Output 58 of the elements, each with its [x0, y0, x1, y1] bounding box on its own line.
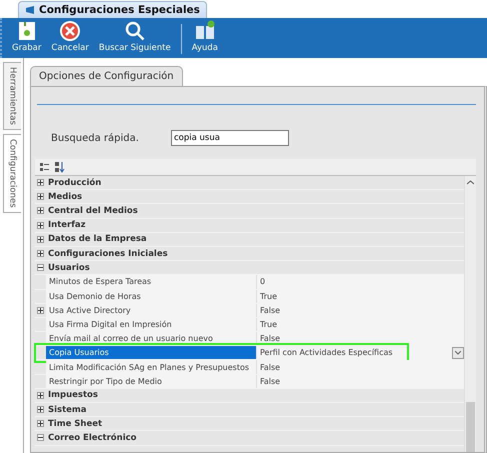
expand-toggle[interactable]	[37, 406, 44, 414]
search-field[interactable]: copia usua	[171, 130, 289, 146]
app-logo-icon	[25, 5, 35, 15]
toolbar-button[interactable]: Buscar Siguiente	[96, 20, 173, 58]
expand-toggle[interactable]	[37, 193, 44, 200]
property-name[interactable]: Usa Demonio de Horas	[46, 290, 257, 303]
category-label[interactable]: Impuestos	[46, 390, 98, 400]
scrollbar-thumb[interactable]	[466, 402, 475, 452]
property-value[interactable]: False	[257, 360, 464, 374]
expand-toggle[interactable]	[37, 236, 44, 243]
window-title-text: Configuraciones Especiales	[39, 4, 200, 16]
category-label[interactable]: Medios	[46, 192, 82, 202]
category-label[interactable]: Usuarios	[46, 262, 90, 273]
expand-toggle[interactable]	[37, 179, 44, 186]
category-label[interactable]: Correo Electrónico	[46, 432, 136, 443]
scrollbar[interactable]	[464, 176, 476, 452]
property-name[interactable]: Minutos de Espera Tareas	[46, 275, 257, 288]
categorized-view-icon[interactable]	[39, 162, 50, 172]
property-name[interactable]: Usa Active Directory	[46, 304, 257, 317]
category-label[interactable]: Producción	[46, 178, 102, 188]
expand-toggle[interactable]	[37, 222, 44, 229]
property-name[interactable]: Limita Modificación SAg en Planes y Presupuestos	[46, 360, 257, 374]
expand-toggle[interactable]	[37, 434, 44, 442]
close-icon	[59, 20, 82, 42]
search-icon	[124, 20, 146, 42]
expand-toggle[interactable]	[37, 420, 44, 428]
toolbar-button[interactable]: Grabar	[10, 20, 44, 58]
category-label[interactable]: Sistema	[46, 404, 87, 415]
property-value[interactable]: False	[257, 304, 464, 317]
property-value[interactable]: Perfil con Actividades Específicas	[257, 346, 464, 360]
category-label[interactable]: Central del Medios	[46, 206, 138, 216]
expand-toggle[interactable]	[37, 250, 44, 258]
property-name[interactable]: Usa Firma Digital en Impresión	[46, 318, 257, 332]
toolbar-button[interactable]: Ayuda	[190, 20, 220, 58]
panel-tab[interactable]: Opciones de Configuración	[30, 66, 183, 86]
category-label[interactable]: Datos de la Empresa	[46, 234, 147, 244]
property-value[interactable]: True	[257, 318, 464, 332]
dropdown-button[interactable]	[452, 346, 464, 359]
side-tab[interactable]: Configuraciones	[3, 134, 21, 213]
expand-toggle[interactable]	[37, 306, 44, 314]
property-value[interactable]: False	[257, 374, 464, 388]
scroll-up-icon[interactable]	[467, 180, 474, 185]
book-icon	[194, 20, 216, 42]
toolbar-button[interactable]: Cancelar	[49, 20, 91, 58]
side-tab[interactable]: Herramientas	[3, 62, 21, 130]
property-value[interactable]: True	[257, 290, 464, 303]
expand-toggle[interactable]	[37, 264, 44, 272]
expand-toggle[interactable]	[37, 392, 44, 399]
category-label[interactable]: Time Sheet	[46, 418, 102, 429]
sort-icon[interactable]	[54, 161, 65, 173]
property-name[interactable]: Restringir por Tipo de Medio	[46, 374, 257, 388]
category-label[interactable]: Interfaz	[46, 220, 86, 230]
expand-toggle[interactable]	[37, 207, 44, 214]
property-value[interactable]: 0	[257, 275, 464, 288]
chevron-down-icon	[455, 350, 461, 355]
search-label: Busqueda rápida.	[51, 132, 140, 144]
category-label[interactable]: Configuraciones Iniciales	[46, 248, 168, 259]
property-name[interactable]: Copia Usuarios	[46, 346, 257, 360]
